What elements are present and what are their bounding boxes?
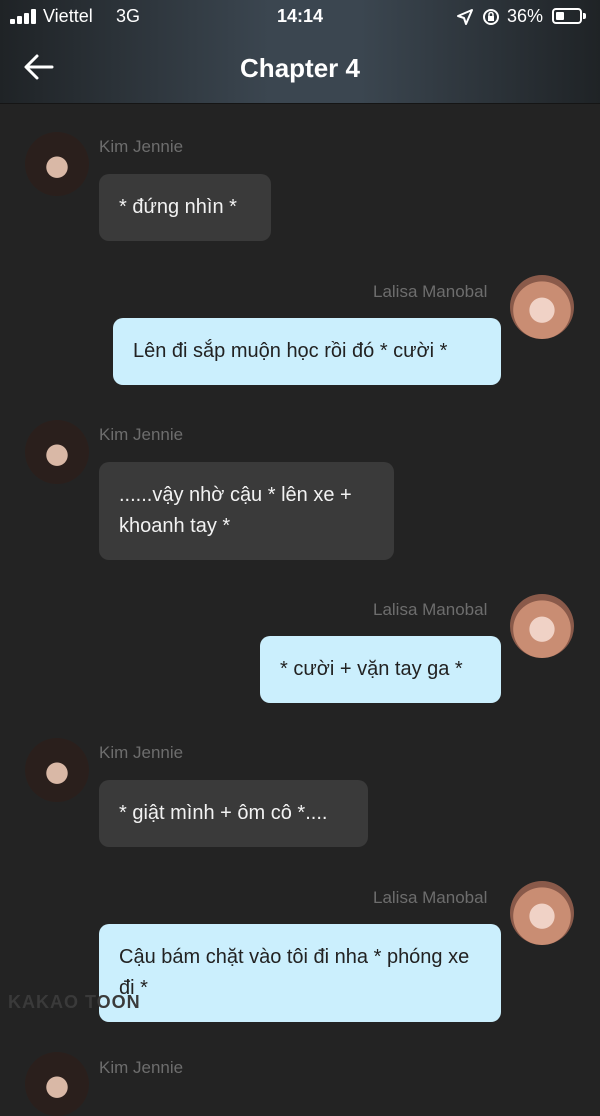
battery-icon [552,8,582,24]
status-bar: Viettel 3G 14:14 36% [0,0,600,34]
location-arrow-icon [457,9,473,25]
battery-percent: 36% [507,6,544,26]
avatar [25,420,89,484]
avatar [25,738,89,802]
message-bubble: Lên đi sắp muộn học rồi đó * cười * [113,318,501,385]
page-title: Chapter 4 [240,53,360,83]
message-bubble: * cười + vặn tay ga * [260,636,501,703]
avatar [510,594,574,658]
watermark: KAKAO TOON [8,992,141,1012]
message-bubble: * đứng nhìn * [99,174,271,241]
message-bubble: Cậu bám chặt vào tôi đi nha * phóng xe đ… [99,924,501,1022]
sender-name: Kim Jennie [99,137,184,156]
rotation-lock-icon [483,9,499,25]
sender-name: Lalisa Manobal [373,888,488,907]
sender-name: Lalisa Manobal [373,600,488,619]
message-bubble: * giật mình + ôm cô *.... [99,780,368,847]
battery-tip [583,13,586,19]
sender-name: Kim Jennie [99,425,184,444]
sender-name: Kim Jennie [99,1058,184,1077]
avatar [25,1052,89,1116]
avatar [510,275,574,339]
sender-name: Lalisa Manobal [373,282,488,301]
message-bubble: ......vậy nhờ cậu * lên xe + khoanh tay … [99,462,394,560]
app-header: Viettel 3G 14:14 36% Chapter 4 [0,0,600,103]
avatar [510,881,574,945]
sender-name: Kim Jennie [99,743,184,762]
battery-fill [556,12,564,20]
avatar [25,132,89,196]
